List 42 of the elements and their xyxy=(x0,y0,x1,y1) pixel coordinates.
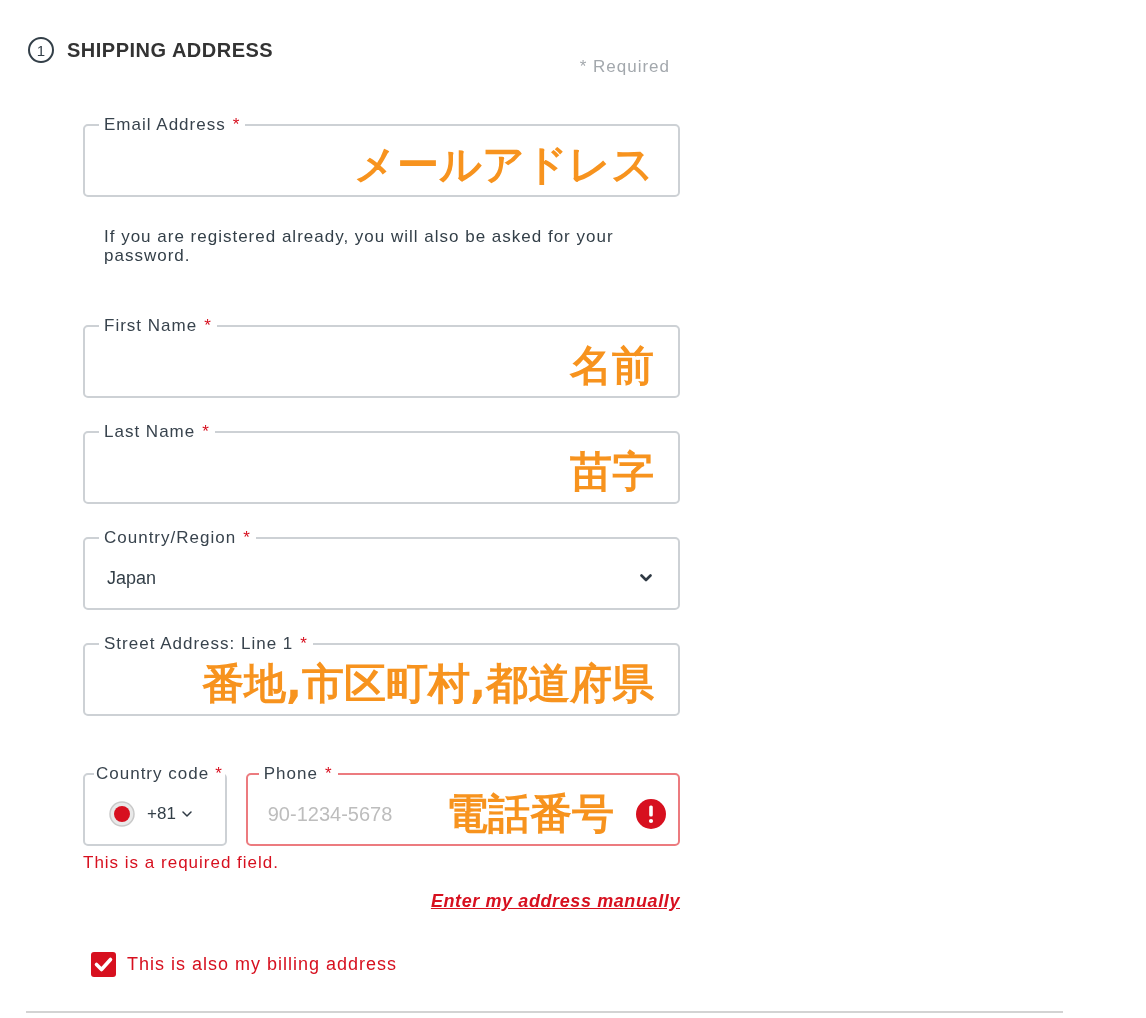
annotation-label: メールアドレス xyxy=(354,144,654,186)
checkbox[interactable] xyxy=(91,952,116,977)
hint-text: If you are registered already, you will also be asked for your password. xyxy=(104,227,615,265)
check-icon xyxy=(94,957,113,972)
field-label: Last Name xyxy=(104,422,196,441)
field-label: First Name xyxy=(104,316,198,335)
error-message: This is a required field. xyxy=(83,853,281,873)
select-value: Japan xyxy=(106,567,158,589)
checkbox-label[interactable]: This is also my billing address xyxy=(127,954,398,975)
dial-code-value: +81 xyxy=(147,804,176,824)
field-label: Country code xyxy=(96,764,210,783)
text-field[interactable]: First Name * 名前 xyxy=(83,316,680,398)
field-label: Phone xyxy=(263,764,318,783)
required-asterisk: * xyxy=(324,764,333,783)
annotation-label: 苗字 xyxy=(570,451,654,493)
field-label: Email Address xyxy=(104,115,226,134)
required-note: * Required xyxy=(578,57,670,77)
phone-field[interactable]: Phone * 90-1234-5678 電話番号 xyxy=(245,764,680,846)
required-asterisk: * xyxy=(215,764,223,783)
required-asterisk: * xyxy=(232,115,241,134)
chevron-icon xyxy=(640,574,652,582)
phone-input[interactable]: 90-1234-5678 xyxy=(267,799,418,829)
section-title: SHIPPING ADDRESS xyxy=(67,38,274,63)
country-code-field[interactable]: Country code * +81 xyxy=(83,764,227,846)
text-field[interactable]: Street Address: Line 1 * 番地,市区町村,都道府県 xyxy=(83,634,680,716)
flag-icon xyxy=(109,801,135,827)
error-icon xyxy=(636,799,666,829)
chevron-icon xyxy=(181,811,192,817)
required-asterisk: * xyxy=(202,422,210,441)
annotation-label: 名前 xyxy=(570,345,654,387)
field-label: Country/Region xyxy=(104,528,237,547)
field-label: Street Address: Line 1 xyxy=(104,634,294,653)
step-number: 1 xyxy=(28,37,54,63)
annotation-label: 電話番号 xyxy=(446,793,614,835)
manual-address-link[interactable]: Enter my address manually xyxy=(430,891,680,911)
text-field[interactable]: Last Name * 苗字 xyxy=(83,422,680,504)
required-asterisk: * xyxy=(243,528,251,547)
select-field[interactable]: Country/Region * Japan xyxy=(83,528,680,610)
text-field[interactable]: Email Address * メールアドレス xyxy=(83,115,680,197)
required-asterisk: * xyxy=(204,316,212,335)
required-asterisk: * xyxy=(300,634,308,653)
annotation-label: 番地,市区町村,都道府県 xyxy=(202,663,654,705)
